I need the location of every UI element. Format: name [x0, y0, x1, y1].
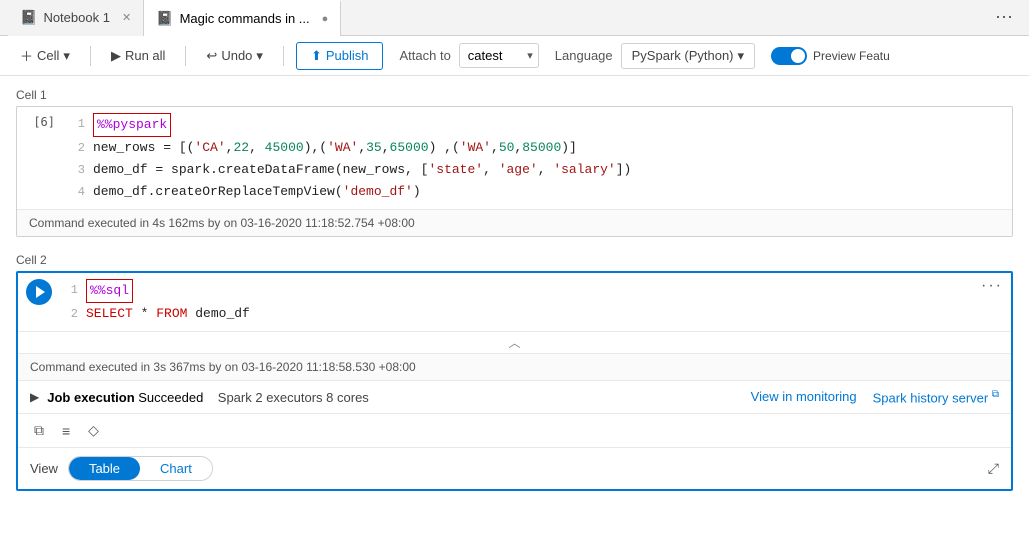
expand-button[interactable]: ⤢: [988, 460, 999, 477]
filter-icon[interactable]: ≡: [58, 421, 74, 441]
cell2-container: 1 %%sql 2 SELECT * FROM demo_df ··· ︿ Co…: [16, 271, 1013, 491]
cell-label: Cell: [37, 48, 59, 63]
cell2-toolbar: ···: [973, 273, 1011, 331]
divider-3: [283, 46, 284, 66]
play-icon: ▶: [30, 390, 39, 404]
language-label: Language: [555, 48, 613, 63]
cell2-code-line-1: 1 %%sql: [58, 279, 973, 303]
undo-label: Undo: [221, 48, 252, 63]
cell2-line-num-2: 2: [58, 303, 78, 325]
job-succeeded-label: Succeeded: [138, 390, 203, 405]
run-button[interactable]: [26, 279, 52, 305]
cell-dropdown-icon: ▾: [63, 48, 70, 64]
run-all-icon: ▶: [111, 48, 121, 64]
attach-select[interactable]: catest: [459, 43, 539, 68]
language-button[interactable]: PySpark (Python) ▾: [621, 43, 755, 69]
add-cell-button[interactable]: ＋ Cell ▾: [12, 42, 78, 69]
tab-more-button[interactable]: ⋯: [987, 7, 1021, 28]
preview-label: Preview Featu: [813, 49, 890, 63]
tab-magic-label: Magic commands in ...: [180, 11, 310, 26]
view-table-button[interactable]: Table: [69, 457, 140, 480]
language-dropdown-icon: ▾: [738, 48, 745, 64]
tab-notebook1-label: Notebook 1: [43, 10, 110, 25]
undo-button[interactable]: ↩ Undo ▾: [198, 44, 271, 68]
line-num-2: 2: [65, 137, 85, 159]
attach-select-wrapper: catest: [459, 43, 539, 68]
tab-bar: 📓 Notebook 1 ✕ 📓 Magic commands in ... ●…: [0, 0, 1029, 36]
cell2-code: 1 %%sql 2 SELECT * FROM demo_df: [58, 273, 973, 331]
code-line-2: 2 new_rows = [('CA',22, 45000),('WA',35,…: [65, 137, 1012, 159]
cell-more-button[interactable]: ···: [981, 277, 1003, 327]
main-content: Cell 1 [6] 1 %%pyspark 2 new_rows = [('C…: [0, 76, 1029, 550]
job-exec-text: Job execution Succeeded Spark 2 executor…: [47, 390, 369, 405]
plus-icon: ＋: [20, 46, 33, 65]
erase-icon[interactable]: ◇: [84, 420, 103, 441]
publish-button[interactable]: ⬆ Publish: [296, 42, 384, 70]
cell2-label: Cell 2: [16, 253, 1013, 267]
run-all-label: Run all: [125, 48, 165, 63]
code-line-4: 4 demo_df.createOrReplaceTempView('demo_…: [65, 181, 1012, 203]
toggle-thumb: [791, 49, 805, 63]
cell1-status: Command executed in 4s 162ms by on 03-16…: [17, 209, 1012, 236]
cell2-code-text-2[interactable]: SELECT * FROM demo_df: [86, 303, 250, 325]
attach-label: Attach to: [399, 48, 450, 63]
undo-icon: ↩: [206, 48, 217, 64]
tab-notebook1-close[interactable]: ✕: [122, 11, 131, 24]
toggle-track[interactable]: [771, 47, 807, 65]
language-value: PySpark (Python): [632, 48, 734, 63]
divider-1: [90, 46, 91, 66]
code-line-3: 3 demo_df = spark.createDataFrame(new_ro…: [65, 159, 1012, 181]
copy-icon[interactable]: ⧉: [30, 420, 48, 441]
upload-icon: ⬆: [311, 48, 322, 64]
divider-2: [185, 46, 186, 66]
cell2-run-btn-area: [18, 273, 58, 331]
cell2-status: Command executed in 3s 367ms by on 03-16…: [18, 353, 1011, 380]
view-label: View: [30, 461, 58, 476]
external-link-icon: ⧉: [992, 389, 999, 400]
job-links: View in monitoring Spark history server …: [751, 389, 999, 405]
cell2-line-num-1: 1: [58, 279, 78, 303]
cell2-body: 1 %%sql 2 SELECT * FROM demo_df ···: [18, 273, 1011, 331]
job-status: Job execution: [47, 390, 138, 405]
view-toggle: Table Chart: [68, 456, 213, 481]
collapse-indicator[interactable]: ︿: [18, 331, 1011, 353]
action-bar: ⧉ ≡ ◇: [18, 413, 1011, 447]
code-text-4[interactable]: demo_df.createOrReplaceTempView('demo_df…: [93, 181, 421, 203]
cell1-body: [6] 1 %%pyspark 2 new_rows = [('CA',22, …: [17, 107, 1012, 209]
line-num-3: 3: [65, 159, 85, 181]
run-icon: [36, 286, 45, 298]
line-num-4: 4: [65, 181, 85, 203]
spark-info: Spark 2 executors 8 cores: [218, 390, 369, 405]
magic-notebook-icon: 📓: [156, 10, 173, 27]
cell2-code-text-1[interactable]: %%sql: [86, 279, 133, 303]
tab-magic-close[interactable]: ●: [322, 13, 329, 25]
code-text-3[interactable]: demo_df = spark.createDataFrame(new_rows…: [93, 159, 631, 181]
view-chart-button[interactable]: Chart: [140, 457, 212, 480]
publish-label: Publish: [326, 48, 369, 63]
cell1-code: 1 %%pyspark 2 new_rows = [('CA',22, 4500…: [65, 107, 1012, 209]
undo-dropdown-icon: ▾: [256, 48, 263, 64]
toolbar: ＋ Cell ▾ ▶ Run all ↩ Undo ▾ ⬆ Publish At…: [0, 36, 1029, 76]
code-text-2[interactable]: new_rows = [('CA',22, 45000),('WA',35,65…: [93, 137, 577, 159]
cell1-label: Cell 1: [16, 88, 1013, 102]
code-line-1: 1 %%pyspark: [65, 113, 1012, 137]
tab-magic[interactable]: 📓 Magic commands in ... ●: [144, 0, 341, 36]
notebook-icon: 📓: [20, 9, 37, 26]
line-num-1: 1: [65, 113, 85, 137]
job-exec-bar: ▶ Job execution Succeeded Spark 2 execut…: [18, 380, 1011, 413]
cell1-exec-num: [6]: [17, 107, 65, 209]
cell1-container: [6] 1 %%pyspark 2 new_rows = [('CA',22, …: [16, 106, 1013, 237]
cell2-code-line-2: 2 SELECT * FROM demo_df: [58, 303, 973, 325]
view-bar: View Table Chart ⤢: [18, 447, 1011, 489]
preview-toggle: Preview Featu: [771, 47, 890, 65]
view-monitoring-link[interactable]: View in monitoring: [751, 389, 857, 405]
spark-history-label: Spark history server: [873, 390, 989, 405]
code-text-1[interactable]: %%pyspark: [93, 113, 171, 137]
run-all-button[interactable]: ▶ Run all: [103, 44, 173, 68]
tab-notebook1[interactable]: 📓 Notebook 1 ✕: [8, 0, 144, 36]
spark-history-link[interactable]: Spark history server ⧉: [873, 389, 999, 405]
